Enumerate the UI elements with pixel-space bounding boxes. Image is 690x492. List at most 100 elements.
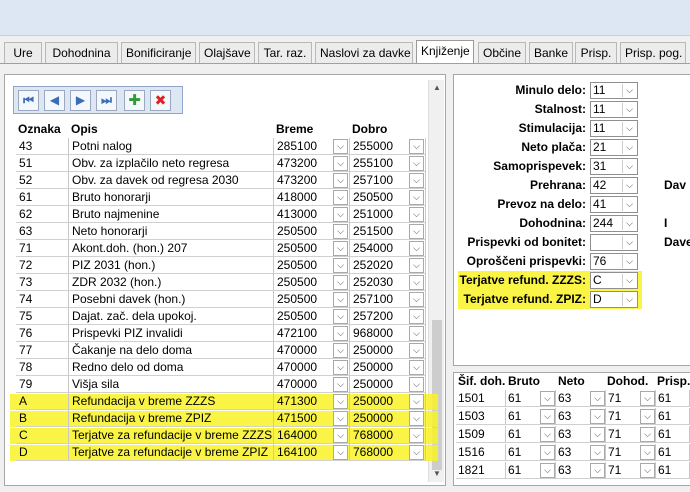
bottom-header-bruto[interactable]: Bruto — [508, 374, 540, 388]
table-row[interactable]: 74 Posebni davek (hon.) 250500 ⌵ 257100 ⌵ — [16, 291, 426, 308]
chevron-down-icon[interactable]: ⌵ — [409, 173, 424, 188]
chevron-down-icon[interactable]: ⌵ — [622, 84, 636, 97]
cell-oznaka[interactable]: 75 — [16, 308, 69, 325]
cell-oznaka[interactable]: C — [16, 427, 69, 444]
chevron-down-icon[interactable]: ⌵ — [333, 275, 348, 290]
chevron-down-icon[interactable]: ⌵ — [409, 258, 424, 273]
chevron-down-icon[interactable]: ⌵ — [540, 463, 555, 478]
prev-record-icon[interactable]: ◀ — [44, 90, 65, 111]
next-record-icon[interactable]: ▶ — [70, 90, 91, 111]
chevron-down-icon[interactable]: ⌵ — [333, 292, 348, 307]
last-record-icon[interactable]: ⏭ — [96, 90, 117, 111]
field-combo[interactable]: 41 ⌵ — [590, 196, 638, 213]
table-row[interactable]: 75 Dajat. zač. dela upokoj. 250500 ⌵ 257200 ⌵ — [16, 308, 426, 325]
tab-7[interactable]: Občine — [478, 42, 526, 63]
bottom-cell[interactable]: 1501 — [456, 390, 506, 407]
chevron-down-icon[interactable]: ⌵ — [409, 309, 424, 324]
cell-opis[interactable]: Redno delo od doma — [69, 359, 274, 376]
cell-oznaka[interactable]: D — [16, 444, 69, 461]
chevron-down-icon[interactable]: ⌵ — [622, 236, 636, 249]
chevron-down-icon[interactable]: ⌵ — [409, 139, 424, 154]
chevron-down-icon[interactable]: ⌵ — [409, 292, 424, 307]
cell-oznaka[interactable]: 77 — [16, 342, 69, 359]
table-row[interactable]: 1501 61 ⌵ 63 ⌵ 71 ⌵ 61 — [456, 390, 690, 407]
table-row[interactable]: 73 ZDR 2032 (hon.) 250500 ⌵ 252030 ⌵ — [16, 274, 426, 291]
table-row[interactable]: 72 PIZ 2031 (hon.) 250500 ⌵ 252020 ⌵ — [16, 257, 426, 274]
cell-opis[interactable]: Posebni davek (hon.) — [69, 291, 274, 308]
chevron-down-icon[interactable]: ⌵ — [333, 377, 348, 392]
field-combo[interactable]: 244 ⌵ — [590, 215, 638, 232]
chevron-down-icon[interactable]: ⌵ — [333, 224, 348, 239]
chevron-down-icon[interactable]: ⌵ — [640, 409, 655, 424]
cell-opis[interactable]: Obv. za davek od regresa 2030 — [69, 172, 274, 189]
chevron-down-icon[interactable]: ⌵ — [409, 377, 424, 392]
chevron-down-icon[interactable]: ⌵ — [540, 409, 555, 424]
bottom-cell[interactable]: 61 — [656, 426, 690, 443]
header-dobro[interactable]: Dobro — [352, 122, 387, 136]
chevron-down-icon[interactable]: ⌵ — [409, 411, 424, 426]
field-combo[interactable]: 11 ⌵ — [590, 120, 638, 137]
cell-opis[interactable]: Terjatve za refundacije v breme ZZZS — [69, 427, 274, 444]
bottom-header-sif[interactable]: Šif. doh. — [458, 374, 505, 388]
table-row[interactable]: B Refundacija v breme ZPIZ 471500 ⌵ 250000 ⌵ — [10, 410, 438, 427]
table-row[interactable]: 1516 61 ⌵ 63 ⌵ 71 ⌵ 61 — [456, 444, 690, 461]
chevron-down-icon[interactable]: ⌵ — [333, 360, 348, 375]
table-row[interactable]: 76 Prispevki PIZ invalidi 472100 ⌵ 968000 ⌵ — [16, 325, 426, 342]
bottom-cell[interactable]: 1509 — [456, 426, 506, 443]
chevron-down-icon[interactable]: ⌵ — [333, 258, 348, 273]
chevron-down-icon[interactable]: ⌵ — [409, 394, 424, 409]
chevron-down-icon[interactable]: ⌵ — [409, 156, 424, 171]
chevron-down-icon[interactable]: ⌵ — [640, 391, 655, 406]
table-row[interactable]: 1503 61 ⌵ 63 ⌵ 71 ⌵ 61 — [456, 408, 690, 425]
tab-8[interactable]: Banke — [529, 42, 573, 63]
cell-opis[interactable]: Potni nalog — [69, 138, 274, 155]
chevron-down-icon[interactable]: ⌵ — [409, 428, 424, 443]
cell-opis[interactable]: Refundacija v breme ZPIZ — [69, 410, 274, 427]
tab-5[interactable]: Naslovi za davke — [315, 42, 413, 63]
chevron-down-icon[interactable]: ⌵ — [540, 445, 555, 460]
tab-9[interactable]: Prisp. — [575, 42, 617, 63]
cell-opis[interactable]: PIZ 2031 (hon.) — [69, 257, 274, 274]
table-row[interactable]: 79 Višja sila 470000 ⌵ 250000 ⌵ — [16, 376, 426, 393]
cell-oznaka[interactable]: 52 — [16, 172, 69, 189]
cell-opis[interactable]: Terjatve za refundacije v breme ZPIZ — [69, 444, 274, 461]
chevron-down-icon[interactable]: ⌵ — [333, 139, 348, 154]
bottom-cell[interactable]: 61 — [656, 390, 690, 407]
chevron-down-icon[interactable]: ⌵ — [333, 241, 348, 256]
field-combo[interactable]: 11 ⌵ — [590, 101, 638, 118]
chevron-down-icon[interactable]: ⌵ — [333, 173, 348, 188]
cell-opis[interactable]: Bruto najmenine — [69, 206, 274, 223]
chevron-down-icon[interactable]: ⌵ — [333, 428, 348, 443]
cell-oznaka[interactable]: 72 — [16, 257, 69, 274]
chevron-down-icon[interactable]: ⌵ — [590, 391, 605, 406]
scroll-up-icon[interactable]: ▲ — [429, 80, 445, 96]
chevron-down-icon[interactable]: ⌵ — [333, 190, 348, 205]
cell-oznaka[interactable]: 71 — [16, 240, 69, 257]
chevron-down-icon[interactable]: ⌵ — [333, 309, 348, 324]
chevron-down-icon[interactable]: ⌵ — [622, 217, 636, 230]
header-breme[interactable]: Breme — [276, 122, 313, 136]
chevron-down-icon[interactable]: ⌵ — [409, 445, 424, 460]
field-combo[interactable]: 42 ⌵ — [590, 177, 638, 194]
tab-6[interactable]: Knjiženje — [416, 40, 474, 63]
tab-2[interactable]: Bonificiranje — [121, 42, 196, 63]
bottom-header-dohod[interactable]: Dohod. — [607, 374, 648, 388]
bottom-cell[interactable]: 61 — [656, 444, 690, 461]
chevron-down-icon[interactable]: ⌵ — [409, 224, 424, 239]
cell-opis[interactable]: Refundacija v breme ZZZS — [69, 393, 274, 410]
chevron-down-icon[interactable]: ⌵ — [640, 445, 655, 460]
chevron-down-icon[interactable]: ⌵ — [622, 293, 636, 306]
cell-opis[interactable]: ZDR 2032 (hon.) — [69, 274, 274, 291]
cell-oznaka[interactable]: 61 — [16, 189, 69, 206]
table-row[interactable]: 1509 61 ⌵ 63 ⌵ 71 ⌵ 61 — [456, 426, 690, 443]
tab-4[interactable]: Tar. raz. — [258, 42, 312, 63]
cell-oznaka[interactable]: 62 — [16, 206, 69, 223]
table-row[interactable]: A Refundacija v breme ZZZS 471300 ⌵ 250000 ⌵ — [10, 393, 438, 410]
table-row[interactable]: 1821 61 ⌵ 63 ⌵ 71 ⌵ 61 — [456, 462, 690, 479]
table-row[interactable]: 63 Neto honorarji 250500 ⌵ 251500 ⌵ — [16, 223, 426, 240]
chevron-down-icon[interactable]: ⌵ — [540, 391, 555, 406]
field-combo[interactable]: 11 ⌵ — [590, 82, 638, 99]
field-combo[interactable]: 76 ⌵ — [590, 253, 638, 270]
chevron-down-icon[interactable]: ⌵ — [590, 427, 605, 442]
cell-opis[interactable]: Neto honorarji — [69, 223, 274, 240]
